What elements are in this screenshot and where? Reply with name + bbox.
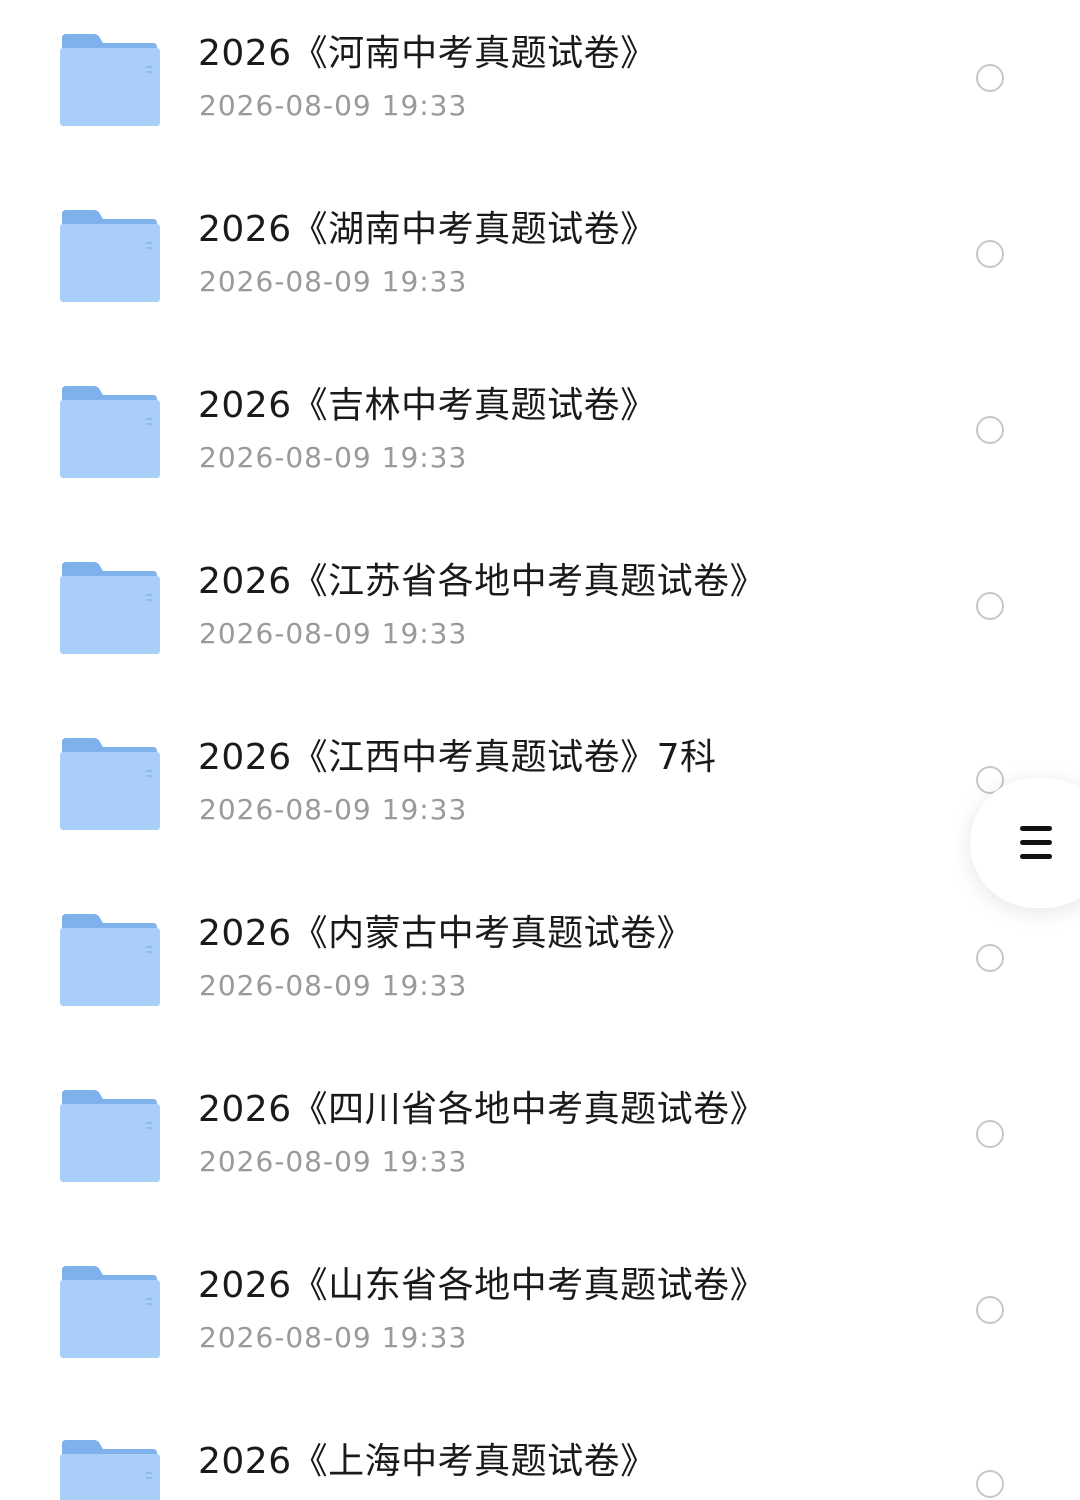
folder-icon [60,210,160,302]
list-item[interactable]: 2026《四川省各地中考真题试卷》 2026-08-09 19:33 [0,1056,1080,1232]
file-name: 2026《吉林中考真题试卷》 [198,385,657,426]
select-radio[interactable] [976,592,1004,620]
list-item[interactable]: 2026《上海中考真题试卷》 [0,1408,1080,1500]
file-time: 2026-08-09 19:33 [199,265,468,298]
select-radio[interactable] [976,240,1004,268]
list-item[interactable]: 2026《湖南中考真题试卷》 2026-08-09 19:33 [0,176,1080,352]
folder-icon [60,1090,160,1182]
folder-icon [60,562,160,654]
file-name: 2026《山东省各地中考真题试卷》 [198,1265,767,1306]
file-name: 2026《江西中考真题试卷》7科 [198,737,717,778]
select-radio[interactable] [976,416,1004,444]
folder-icon [60,738,160,830]
list-item[interactable]: 2026《河南中考真题试卷》 2026-08-09 19:33 [0,0,1080,176]
file-time: 2026-08-09 19:33 [199,89,468,122]
list-item[interactable]: 2026《山东省各地中考真题试卷》 2026-08-09 19:33 [0,1232,1080,1408]
select-radio[interactable] [976,944,1004,972]
list-item[interactable]: 2026《吉林中考真题试卷》 2026-08-09 19:33 [0,352,1080,528]
file-name: 2026《四川省各地中考真题试卷》 [198,1089,767,1130]
list-item[interactable]: 2026《江西中考真题试卷》7科 2026-08-09 19:33 [0,704,1080,880]
file-name: 2026《江苏省各地中考真题试卷》 [198,561,767,602]
folder-icon [60,1440,160,1500]
folder-icon [60,34,160,126]
file-time: 2026-08-09 19:33 [199,617,468,650]
file-name: 2026《上海中考真题试卷》 [198,1441,657,1482]
select-radio[interactable] [976,64,1004,92]
file-time: 2026-08-09 19:33 [199,969,468,1002]
folder-icon [60,386,160,478]
select-radio[interactable] [976,1470,1004,1498]
file-time: 2026-08-09 19:33 [199,1321,468,1354]
file-name: 2026《内蒙古中考真题试卷》 [198,913,694,954]
list-item[interactable]: 2026《内蒙古中考真题试卷》 2026-08-09 19:33 [0,880,1080,1056]
file-name: 2026《河南中考真题试卷》 [198,33,657,74]
file-time: 2026-08-09 19:33 [199,793,468,826]
file-name: 2026《湖南中考真题试卷》 [198,209,657,250]
file-list: 2026《河南中考真题试卷》 2026-08-09 19:33 2026《湖南中… [0,0,1080,1500]
folder-icon [60,1266,160,1358]
file-time: 2026-08-09 19:33 [199,1145,468,1178]
folder-icon [60,914,160,1006]
menu-icon [1020,826,1052,860]
file-time: 2026-08-09 19:33 [199,441,468,474]
select-radio[interactable] [976,1120,1004,1148]
list-item[interactable]: 2026《江苏省各地中考真题试卷》 2026-08-09 19:33 [0,528,1080,704]
select-radio[interactable] [976,1296,1004,1324]
